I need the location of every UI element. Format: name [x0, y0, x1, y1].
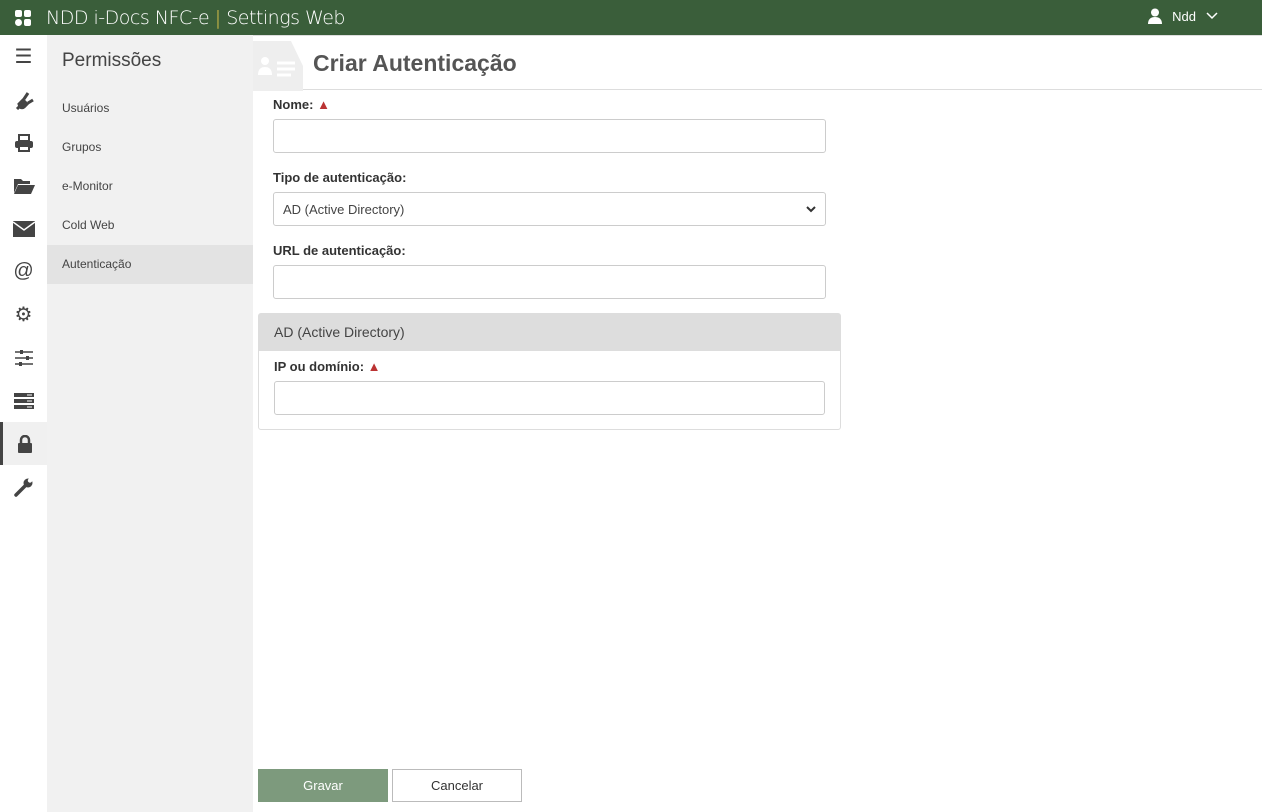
ad-panel: AD (Active Directory) IP ou domínio: ▲	[258, 313, 841, 430]
lock-icon[interactable]	[0, 422, 47, 465]
title-separator: |	[214, 6, 221, 29]
user-icon	[1148, 8, 1163, 24]
app-subtitle: Settings Web	[226, 6, 345, 29]
app-grid-icon[interactable]	[0, 9, 46, 27]
main-content: Criar Autenticação Nome: ▲ Tipo de auten…	[253, 35, 1262, 812]
id-card-icon	[253, 41, 303, 91]
page-header: Criar Autenticação	[253, 35, 1262, 91]
subnav-item-autenticacao[interactable]: Autenticação	[47, 245, 253, 284]
auth-type-value: AD (Active Directory)	[283, 201, 405, 217]
auth-form: Nome: ▲ Tipo de autenticação: AD (Active…	[273, 97, 826, 316]
menu-icon[interactable]: ☰	[0, 35, 47, 78]
user-menu[interactable]: Ndd	[1148, 8, 1218, 24]
auth-type-label: Tipo de autenticação:	[273, 170, 407, 185]
app-title: NDD i-Docs NFC-e | Settings Web	[46, 7, 345, 29]
ip-domain-label: IP ou domínio: ▲	[274, 359, 381, 374]
name-label: Nome: ▲	[273, 97, 330, 112]
gear-icon[interactable]: ⚙	[0, 293, 47, 336]
subnav-item-cold-web[interactable]: Cold Web	[47, 206, 253, 245]
icon-rail: ☰ @ ⚙	[0, 35, 47, 812]
auth-type-select[interactable]: AD (Active Directory)	[273, 192, 826, 226]
wrench-icon[interactable]	[0, 465, 47, 508]
envelope-icon[interactable]	[0, 207, 47, 250]
page-title: Criar Autenticação	[313, 50, 517, 76]
chevron-down-icon	[806, 205, 816, 212]
chevron-down-icon	[1206, 12, 1218, 20]
subnav-item-e-monitor[interactable]: e-Monitor	[47, 167, 253, 206]
save-button[interactable]: Gravar	[258, 769, 388, 802]
plug-icon[interactable]	[0, 78, 47, 121]
server-icon[interactable]	[0, 379, 47, 422]
name-input[interactable]	[273, 119, 826, 153]
user-name: Ndd	[1172, 8, 1196, 24]
subnav-item-grupos[interactable]: Grupos	[47, 128, 253, 167]
printer-icon[interactable]	[0, 121, 47, 164]
cancel-button[interactable]: Cancelar	[392, 769, 522, 802]
at-icon[interactable]: @	[0, 250, 47, 293]
permissions-subnav: Permissões Usuários Grupos e-Monitor Col…	[47, 35, 253, 812]
ad-panel-title: AD (Active Directory)	[259, 314, 840, 351]
top-bar: NDD i-Docs NFC-e | Settings Web Ndd	[0, 0, 1262, 35]
subnav-item-usuarios[interactable]: Usuários	[47, 89, 253, 128]
auth-url-input[interactable]	[273, 265, 826, 299]
warning-icon: ▲	[367, 359, 381, 374]
ip-domain-input[interactable]	[274, 381, 825, 415]
warning-icon: ▲	[317, 97, 330, 112]
subnav-title: Permissões	[62, 50, 162, 71]
sliders-icon[interactable]	[0, 336, 47, 379]
auth-url-label: URL de autenticação:	[273, 243, 406, 258]
folder-open-icon[interactable]	[0, 164, 47, 207]
app-name: NDD i-Docs NFC-e	[46, 6, 210, 29]
